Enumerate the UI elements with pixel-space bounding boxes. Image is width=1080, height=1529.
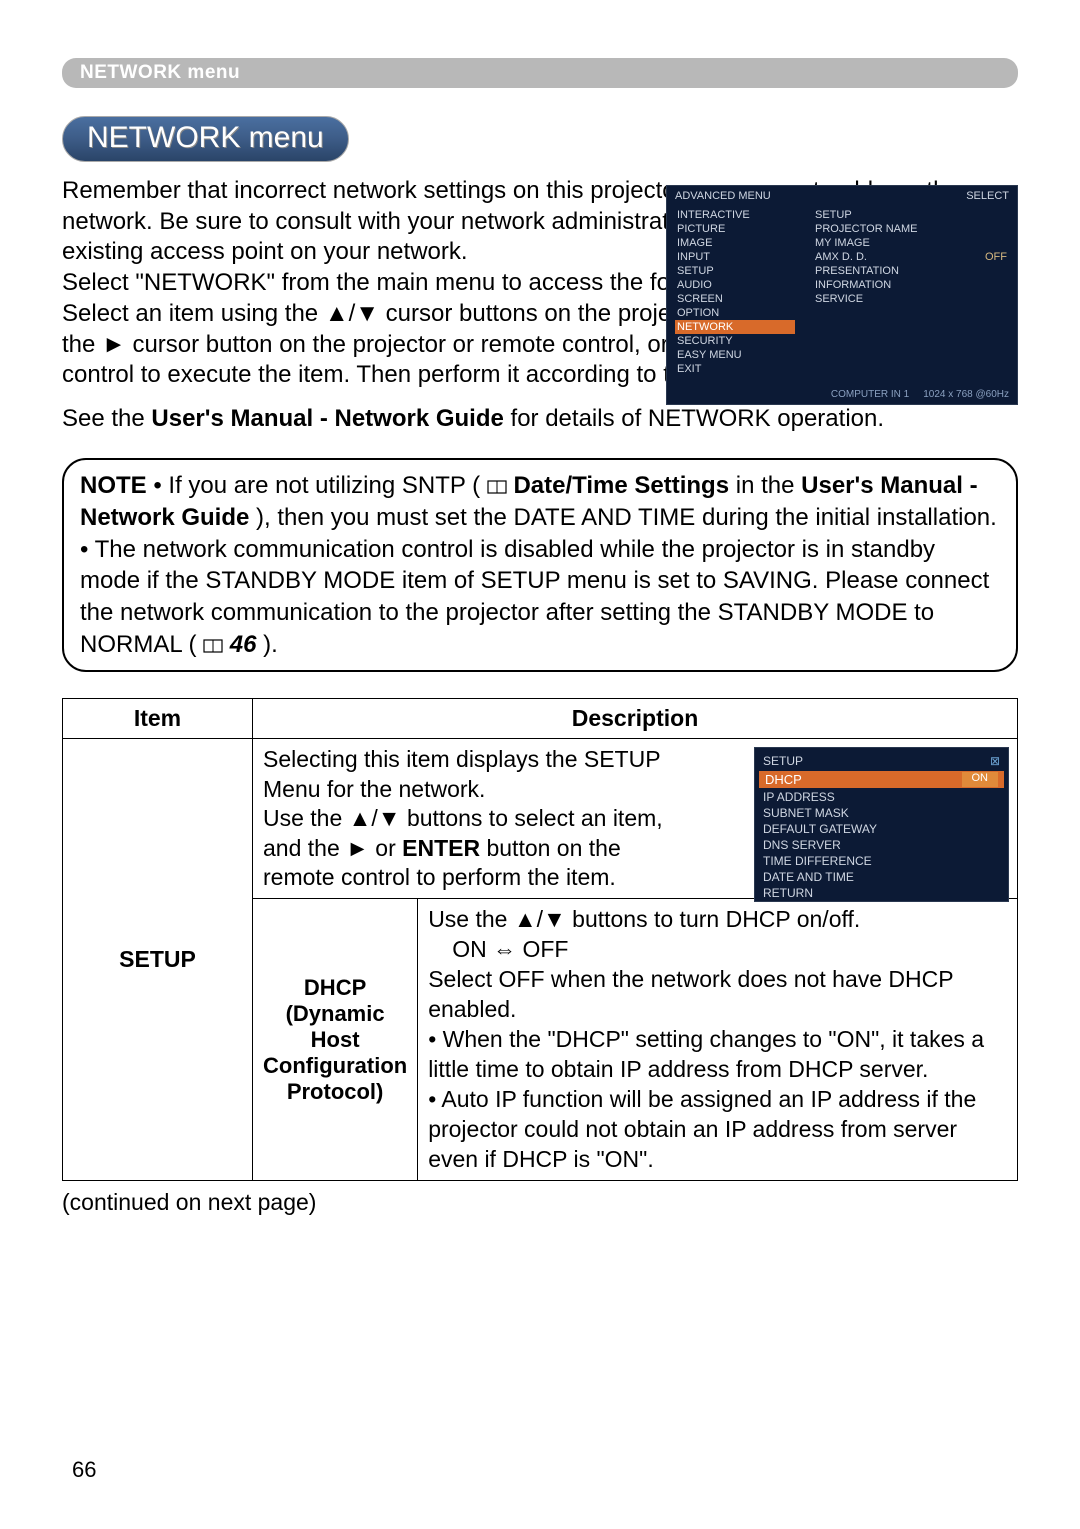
note-bullet1-a: • If you are not utilizing SNTP ( xyxy=(153,472,480,499)
dhcp-line2: ON ⇔ OFF xyxy=(428,935,1007,965)
osd-left-item: SCREEN xyxy=(675,292,795,306)
osd-left-item: OPTION xyxy=(675,306,795,320)
dhcp-line3: Select OFF when the network does not hav… xyxy=(428,965,1007,1025)
setup-intro-enter: ENTER xyxy=(402,835,480,861)
dhcp-line5: • Auto IP function will be assigned an I… xyxy=(428,1085,1007,1175)
continued-label: (continued on next page) xyxy=(62,1189,1018,1216)
osd-select: SELECT xyxy=(966,190,1009,202)
osd-resolution-label: 1024 x 768 @60Hz xyxy=(923,389,1009,400)
intro-p2: Select an item using the ▲/▼ cursor butt… xyxy=(62,300,611,327)
book-icon xyxy=(487,479,507,495)
dhcp-line4: • When the "DHCP" setting changes to "ON… xyxy=(428,1025,1007,1085)
osd-advanced-menu-screenshot: ADVANCED MENU SELECT INTERACTIVE PICTURE… xyxy=(666,185,1018,405)
section-header: NETWORK menu xyxy=(62,58,1018,88)
osd-mid-item: SETUP xyxy=(813,208,1009,222)
page-title: NETWORK menu xyxy=(62,116,349,162)
osd-setup-item: RETURN xyxy=(761,885,1002,901)
osd-mid-item: PROJECTOR NAME xyxy=(813,222,1009,236)
osd-setup-item: DNS SERVER xyxy=(761,837,1002,853)
osd-dhcp-label: DHCP xyxy=(765,772,802,787)
note-bold1: Date/Time Settings xyxy=(513,472,729,499)
osd-network-highlight: NETWORK xyxy=(675,320,795,334)
dhcp-description-cell: Use the ▲/▼ buttons to turn DHCP on/off.… xyxy=(418,899,1018,1181)
see-a: See the xyxy=(62,405,151,432)
osd-mid-item: INFORMATION xyxy=(813,278,1009,292)
osd-input-label: COMPUTER IN 1 xyxy=(831,389,909,400)
osd-mid-item: MY IMAGE xyxy=(813,236,1009,250)
description-table: Item Description SETUP Selecting this it… xyxy=(62,698,1018,1181)
osd-mid-item: PRESENTATION xyxy=(813,264,1009,278)
osd-setup-screenshot: SETUP ⊠ DHCP ON IP ADDRESS SUBNET MASK D… xyxy=(754,747,1009,902)
osd-mid-item: SERVICE xyxy=(813,292,1009,306)
see-bold: User's Manual - Network Guide xyxy=(151,405,503,432)
th-item: Item xyxy=(63,699,253,739)
osd-mid-item: AMX D. D. xyxy=(815,251,867,263)
osd-left-item: EXIT xyxy=(675,362,795,376)
note-bullet1-b: in the xyxy=(736,472,801,499)
note-box: NOTE • If you are not utilizing SNTP ( D… xyxy=(62,458,1018,672)
th-description: Description xyxy=(253,699,1018,739)
intro-block: Remember that incorrect network settings… xyxy=(62,176,1018,391)
osd-left-item: INPUT xyxy=(675,250,795,264)
osd-left-item: PICTURE xyxy=(675,222,795,236)
osd-left-item: IMAGE xyxy=(675,236,795,250)
dhcp-label: DHCP xyxy=(304,975,366,1000)
dhcp-label-full: (Dynamic Host Configuration Protocol) xyxy=(263,1001,407,1104)
book-icon xyxy=(203,638,223,654)
note-bullet1-c: ), then you must set the DATE AND TIME d… xyxy=(256,504,997,531)
osd-setup-title: SETUP xyxy=(763,754,803,768)
osd-setup-item: DEFAULT GATEWAY xyxy=(761,821,1002,837)
setup-item-cell: SETUP xyxy=(63,739,253,1181)
page-number: 66 xyxy=(72,1457,96,1483)
osd-title: ADVANCED MENU xyxy=(675,190,771,202)
osd-setup-item: TIME DIFFERENCE xyxy=(761,853,1002,869)
osd-dhcp-value: ON xyxy=(962,772,999,787)
osd-setup-item: SUBNET MASK xyxy=(761,805,1002,821)
osd-amx-value: OFF xyxy=(985,251,1007,263)
osd-mid-column: SETUP PROJECTOR NAME MY IMAGE AMX D. D. … xyxy=(813,208,1009,376)
osd-left-item: SETUP xyxy=(675,264,795,278)
note-label: NOTE xyxy=(80,472,147,499)
osd-left-item: EASY MENU xyxy=(675,348,795,362)
see-b: for details of NETWORK operation. xyxy=(511,405,884,432)
osd-setup-item: IP ADDRESS xyxy=(761,789,1002,805)
close-icon: ⊠ xyxy=(990,754,1000,768)
osd-left-item: INTERACTIVE xyxy=(675,208,795,222)
note-bullet2-end: ). xyxy=(263,631,278,658)
osd-left-item: AUDIO xyxy=(675,278,795,292)
dhcp-subitem-cell: DHCP (Dynamic Host Configuration Protoco… xyxy=(253,899,418,1181)
osd-setup-item: DATE AND TIME xyxy=(761,869,1002,885)
osd-left-column: INTERACTIVE PICTURE IMAGE INPUT SETUP AU… xyxy=(675,208,795,376)
note-pageref: 46 xyxy=(230,631,257,658)
dhcp-line1: Use the ▲/▼ buttons to turn DHCP on/off. xyxy=(428,905,1007,935)
osd-left-item: SECURITY xyxy=(675,334,795,348)
setup-intro-a: Selecting this item displays the SETUP M… xyxy=(263,746,660,801)
section-header-label: NETWORK menu xyxy=(80,62,240,83)
see-line: See the User's Manual - Network Guide fo… xyxy=(62,403,1018,434)
setup-description-cell: Selecting this item displays the SETUP M… xyxy=(253,739,1018,899)
